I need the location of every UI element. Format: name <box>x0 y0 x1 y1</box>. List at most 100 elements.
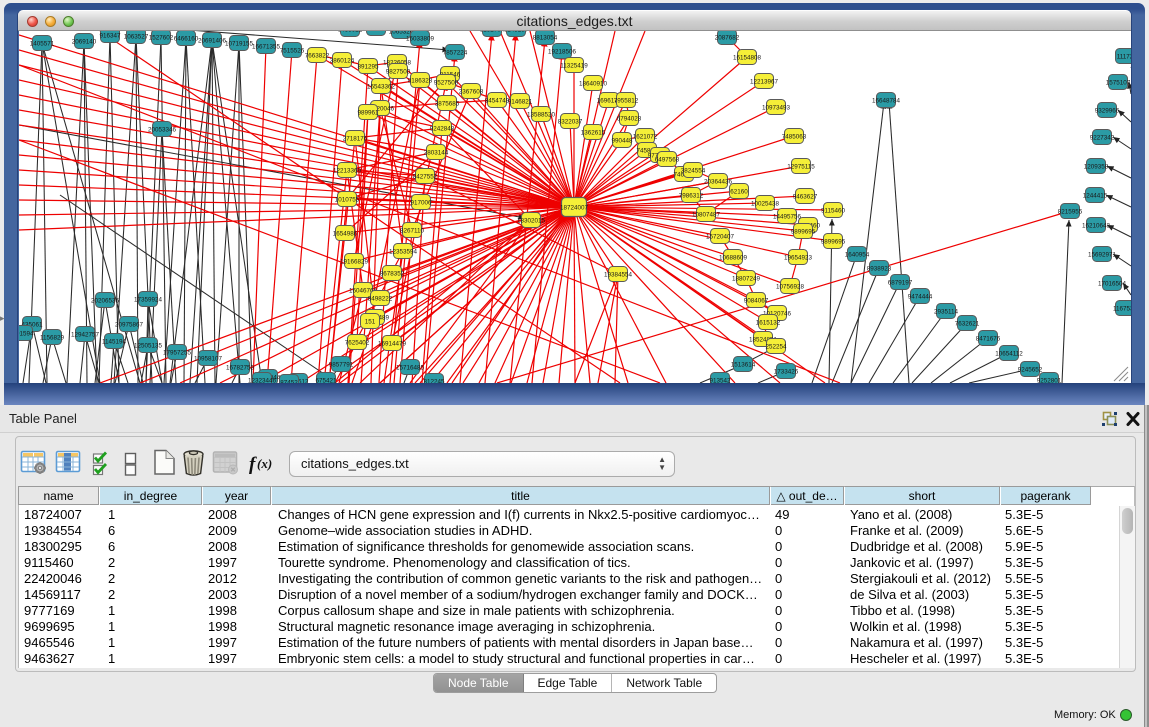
svg-text:1527602: 1527602 <box>149 35 174 42</box>
svg-text:10654112: 10654112 <box>995 351 1023 358</box>
svg-text:8427552: 8427552 <box>413 174 438 181</box>
svg-text:7485063: 7485063 <box>782 134 807 141</box>
svg-text:18807249: 18807249 <box>732 276 761 283</box>
svg-text:1145194: 1145194 <box>102 339 127 346</box>
svg-text:1209358: 1209358 <box>1084 164 1109 171</box>
svg-text:9827500: 9827500 <box>386 69 411 76</box>
svg-text:8498222: 8498222 <box>368 296 393 303</box>
svg-text:1654986: 1654986 <box>333 231 358 238</box>
svg-text:16033809: 16033809 <box>406 36 435 43</box>
svg-text:151: 151 <box>365 319 376 326</box>
svg-text:7515526: 7515526 <box>280 48 305 55</box>
svg-text:6497568: 6497568 <box>655 157 680 164</box>
svg-text:10688609: 10688609 <box>719 255 748 262</box>
svg-text:11172: 11172 <box>1117 54 1131 61</box>
svg-text:2069140: 2069140 <box>72 39 97 46</box>
svg-text:20053346: 20053346 <box>148 127 177 134</box>
svg-text:10756928: 10756928 <box>776 284 805 291</box>
svg-text:9227342: 9227342 <box>1090 135 1115 142</box>
svg-text:916347: 916347 <box>99 33 121 40</box>
svg-text:f: f <box>249 454 257 475</box>
svg-text:19384554: 19384554 <box>604 272 633 279</box>
svg-text:17016504: 17016504 <box>1098 281 1127 288</box>
svg-text:9146821: 9146821 <box>508 99 533 106</box>
svg-text:11325419: 11325419 <box>560 63 588 70</box>
svg-text:8678352: 8678352 <box>380 271 405 278</box>
svg-text:20364436: 20364436 <box>704 179 733 186</box>
svg-text:252254: 252254 <box>765 344 787 351</box>
svg-text:1156829: 1156829 <box>40 335 65 342</box>
svg-text:9252801: 9252801 <box>1037 378 1062 384</box>
svg-text:12505135: 12505135 <box>134 343 163 350</box>
svg-text:1513614: 1513614 <box>731 362 756 369</box>
svg-text:9143287: 9143287 <box>504 31 529 34</box>
svg-text:8938923: 8938923 <box>867 266 892 273</box>
svg-text:13588520: 13588520 <box>527 112 556 119</box>
svg-text:18640910: 18640910 <box>579 81 608 88</box>
svg-text:12213967: 12213967 <box>750 79 779 86</box>
svg-text:9857791: 9857791 <box>329 362 354 369</box>
svg-text:12942757: 12942757 <box>71 332 100 339</box>
svg-text:1063527: 1063527 <box>124 34 149 41</box>
svg-text:2087682: 2087682 <box>715 35 740 42</box>
svg-text:19218506: 19218506 <box>548 49 577 56</box>
svg-text:1405571: 1405571 <box>30 41 55 48</box>
svg-text:7625402: 7625402 <box>345 340 370 347</box>
svg-text:15720407: 15720407 <box>706 234 735 241</box>
svg-text:9899695: 9899695 <box>821 239 846 246</box>
svg-text:20206536: 20206536 <box>91 298 120 305</box>
svg-text:17359924: 17359924 <box>134 297 163 304</box>
svg-text:10807487: 10807487 <box>692 212 721 219</box>
svg-text:16648784: 16648784 <box>872 98 901 105</box>
svg-text:3860124: 3860124 <box>330 58 355 65</box>
svg-text:20975867: 20975867 <box>115 322 144 329</box>
svg-text:891295: 891295 <box>357 64 379 71</box>
svg-text:16914479: 16914479 <box>378 341 407 348</box>
svg-text:917006: 917006 <box>410 200 432 207</box>
svg-text:19166829: 19166829 <box>340 259 369 266</box>
svg-text:1621072: 1621072 <box>633 134 658 141</box>
svg-text:7955812: 7955812 <box>614 98 639 105</box>
svg-text:17957255: 17957255 <box>163 350 192 357</box>
svg-text:812245: 812245 <box>423 379 445 384</box>
svg-text:62160: 62160 <box>730 189 748 196</box>
svg-text:2718176: 2718176 <box>343 136 368 143</box>
svg-text:8471676: 8471676 <box>976 336 1001 343</box>
svg-text:18302015: 18302015 <box>517 218 546 225</box>
svg-text:15692971: 15692971 <box>1088 252 1117 259</box>
svg-text:9084067: 9084067 <box>744 298 769 305</box>
svg-text:3824554: 3824554 <box>681 168 706 175</box>
svg-text:10719155: 10719155 <box>225 41 254 48</box>
svg-text:12213369: 12213369 <box>333 168 362 175</box>
svg-text:1244415: 1244415 <box>1083 193 1108 200</box>
svg-text:1010755: 1010755 <box>335 197 360 204</box>
svg-text:2367608: 2367608 <box>459 89 484 96</box>
svg-text:8435921: 8435921 <box>338 31 363 34</box>
svg-text:87452: 87452 <box>280 380 298 384</box>
svg-text:9115460: 9115460 <box>821 208 846 215</box>
svg-text:989961: 989961 <box>357 110 379 117</box>
svg-text:8322037: 8322037 <box>558 119 583 126</box>
svg-text:6466160: 6466160 <box>174 36 199 43</box>
svg-text:9271645: 9271645 <box>364 31 389 33</box>
svg-text:10973493: 10973493 <box>762 105 791 112</box>
svg-text:16782759: 16782759 <box>226 365 255 372</box>
svg-text:1167533: 1167533 <box>1113 306 1131 313</box>
svg-text:16210643: 16210643 <box>1082 223 1111 230</box>
svg-text:8813054: 8813054 <box>533 35 558 42</box>
svg-text:7857224: 7857224 <box>443 50 468 57</box>
svg-text:6794028: 6794028 <box>617 116 642 123</box>
svg-text:9242848: 9242848 <box>430 126 455 133</box>
svg-text:391594: 391594 <box>19 331 34 338</box>
svg-text:12975115: 12975115 <box>787 164 815 171</box>
svg-text:20691406: 20691406 <box>198 38 227 45</box>
svg-text:18724007: 18724007 <box>560 205 589 212</box>
svg-text:8454749: 8454749 <box>485 98 510 105</box>
svg-text:3875685: 3875685 <box>435 101 460 108</box>
svg-text:9474444: 9474444 <box>908 294 933 301</box>
svg-text:8215955: 8215955 <box>1058 209 1083 216</box>
svg-text:1640954: 1640954 <box>845 252 870 259</box>
svg-text:7632621: 7632621 <box>955 321 980 328</box>
svg-text:15716485: 15716485 <box>396 365 425 372</box>
svg-text:1615132: 1615132 <box>756 320 781 327</box>
